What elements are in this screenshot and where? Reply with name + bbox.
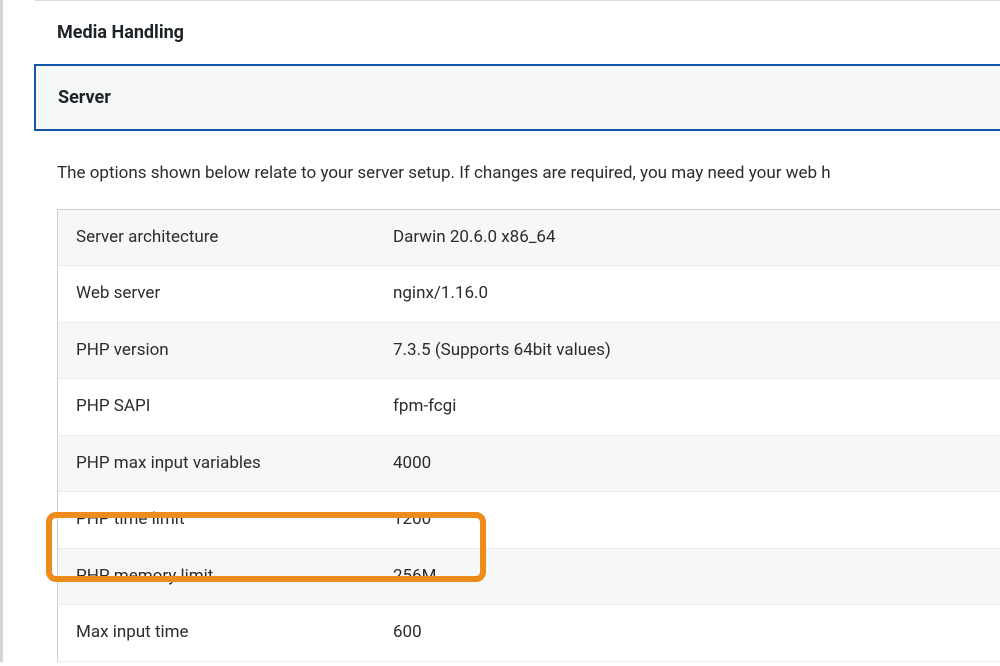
server-description: The options shown below relate to your s…: [35, 131, 1000, 209]
table-row: Web server nginx/1.16.0: [58, 266, 1000, 323]
table-row: Max input time 600: [58, 605, 1000, 662]
row-label: PHP version: [58, 338, 393, 364]
row-value: 4000: [393, 451, 431, 477]
table-row: PHP SAPI fpm-fcgi: [58, 379, 1000, 436]
row-value: 7.3.5 (Supports 64bit values): [393, 338, 611, 364]
panel-header-media-handling[interactable]: Media Handling: [35, 1, 1000, 64]
row-value: 256M: [393, 564, 437, 590]
row-label: Max input time: [58, 620, 393, 646]
row-label: Web server: [58, 281, 393, 307]
row-label: PHP max input variables: [58, 451, 393, 477]
panel-title-server: Server: [58, 87, 111, 108]
row-label: PHP memory limit: [58, 564, 393, 590]
row-label: PHP SAPI: [58, 394, 393, 420]
row-value: nginx/1.16.0: [393, 281, 488, 307]
table-row: Server architecture Darwin 20.6.0 x86_64: [58, 210, 1000, 267]
row-value: 1200: [393, 507, 431, 533]
row-value: Darwin 20.6.0 x86_64: [393, 225, 556, 251]
table-row: PHP version 7.3.5 (Supports 64bit values…: [58, 323, 1000, 380]
row-value: 600: [393, 620, 422, 646]
row-label: Server architecture: [58, 225, 393, 251]
table-row: PHP max input variables 4000: [58, 436, 1000, 493]
panel-header-server[interactable]: Server: [34, 64, 1000, 131]
table-row-php-memory-limit: PHP memory limit 256M: [58, 549, 1000, 606]
row-value: fpm-fcgi: [393, 394, 456, 420]
row-label: PHP time limit: [58, 507, 393, 533]
table-row: PHP time limit 1200: [58, 492, 1000, 549]
panel-title-media: Media Handling: [57, 22, 184, 43]
server-info-table: Server architecture Darwin 20.6.0 x86_64…: [57, 209, 1000, 662]
